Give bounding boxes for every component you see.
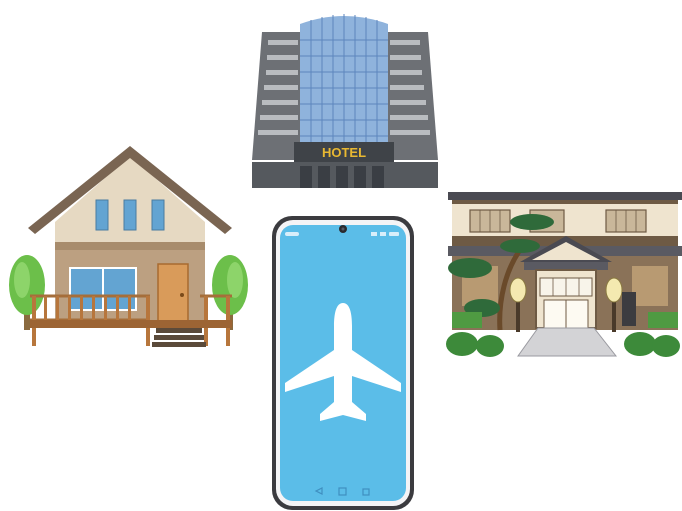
hotel-building: HOTEL (252, 14, 438, 188)
hotel-sign: HOTEL (322, 145, 366, 160)
smartphone (272, 216, 414, 510)
ryokan-building (446, 192, 682, 357)
illustration-scene: HOTEL (9, 14, 682, 510)
house (9, 146, 248, 347)
